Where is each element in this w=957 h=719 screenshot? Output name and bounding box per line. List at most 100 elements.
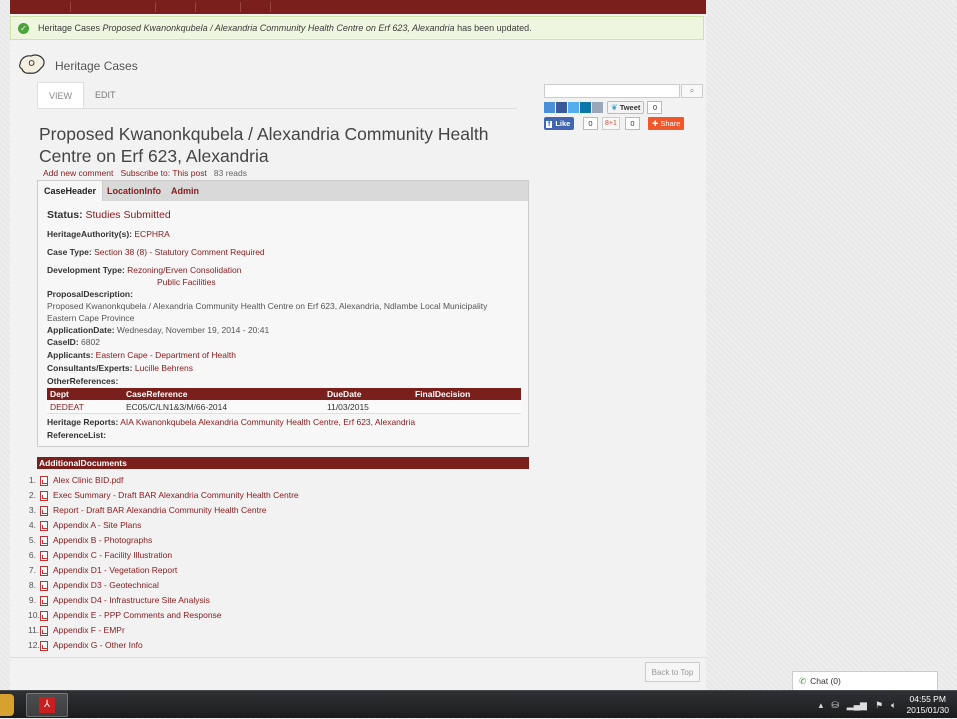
chat-icon: ✆	[799, 676, 807, 686]
table-cell-case-reference: EC05/C/LN1&3/M/66-2014	[123, 400, 324, 414]
pdf-file-icon	[40, 505, 48, 516]
south-africa-map-icon[interactable]	[18, 52, 46, 76]
flag-icon[interactable]: ⚑	[875, 700, 883, 711]
document-list-item: 8. Appendix D3 - Geotechnical	[28, 578, 299, 593]
document-link[interactable]: Appendix E - PPP Comments and Response	[53, 609, 222, 622]
additional-documents-header: AdditionalDocuments	[37, 457, 529, 469]
site-name[interactable]: Heritage Cases	[55, 59, 138, 73]
column-header: DueDate	[324, 388, 412, 400]
pdf-file-icon	[40, 580, 48, 591]
pdf-file-icon	[40, 535, 48, 546]
linkedin-share-icon[interactable]	[580, 102, 591, 113]
volume-icon[interactable]: 🔈︎	[891, 700, 896, 711]
table-header-row: Dept CaseReference DueDate FinalDecision	[47, 388, 521, 400]
document-link[interactable]: Report - Draft BAR Alexandria Community …	[53, 504, 267, 517]
list-number: 12.	[28, 640, 40, 650]
facebook-like-button[interactable]: f Like	[544, 117, 575, 130]
nav-separator	[270, 2, 271, 12]
case-id-label: CaseID:	[47, 337, 79, 347]
nav-separator	[240, 2, 241, 12]
document-list-item: 6. Appendix C - Facility Illustration	[28, 548, 299, 563]
facebook-share-icon[interactable]	[556, 102, 567, 113]
list-number: 2.	[28, 490, 36, 500]
proposal-text: Proposed Kwanonkqubela / Alexandria Comm…	[47, 301, 488, 311]
taskbar-clock[interactable]: 04:55 PM 2015/01/30	[906, 694, 949, 716]
tab-caseheader[interactable]: CaseHeader	[38, 181, 104, 202]
table-row: DEDEAT EC05/C/LN1&3/M/66-2014 11/03/2015	[47, 400, 521, 414]
document-link[interactable]: Appendix D4 - Infrastructure Site Analys…	[53, 594, 210, 607]
document-list-item: 2. Exec Summary - Draft BAR Alexandria Co…	[28, 488, 299, 503]
search-input[interactable]	[544, 84, 680, 98]
document-link[interactable]: Appendix B - Photographs	[53, 534, 152, 547]
tab-admin[interactable]: Admin	[165, 181, 205, 202]
document-list-item: 11. Appendix F - EMPr	[28, 623, 299, 638]
document-link[interactable]: Appendix D3 - Geotechnical	[53, 579, 159, 592]
application-date-value: Wednesday, November 19, 2014 - 20:41	[116, 325, 270, 335]
document-list-item: 1. Alex Clinic BID.pdf	[28, 473, 299, 488]
system-tray: ▴ ⛁ ▂▄▆ ⚑ 🔈︎ 04:55 PM 2015/01/30	[811, 691, 949, 719]
pdf-file-icon	[40, 610, 48, 621]
applicants-link[interactable]: Eastern Cape - Department of Health	[96, 350, 236, 360]
read-count: 83 reads	[213, 168, 247, 178]
document-link[interactable]: Alex Clinic BID.pdf	[53, 474, 123, 487]
table-cell-dept: DEDEAT	[47, 400, 123, 414]
case-header-panel: Status: Studies Submitted HeritageAuthor…	[37, 201, 529, 447]
document-link[interactable]: Appendix A - Site Plans	[53, 519, 141, 532]
tab-locationinfo[interactable]: LocationInfo	[101, 181, 167, 202]
document-link[interactable]: Appendix G - Other Info	[53, 639, 143, 652]
tab-view[interactable]: VIEW	[37, 82, 85, 108]
more-share-icon[interactable]	[592, 102, 603, 113]
document-list-item: 3. Report - Draft BAR Alexandria Communit…	[28, 503, 299, 518]
signal-icon[interactable]: ▂▄▆	[847, 700, 867, 711]
facebook-icon: f	[546, 121, 553, 128]
pdf-file-icon	[40, 595, 48, 606]
nav-separator	[195, 2, 196, 12]
top-navigation-bar[interactable]	[10, 0, 706, 14]
list-number: 9.	[28, 595, 36, 605]
google-plus-button[interactable]: 8+1	[602, 117, 620, 130]
status-field: Status: Studies Submitted	[47, 209, 171, 221]
consultants-link[interactable]: Lucille Behrens	[135, 363, 193, 373]
case-type-field: Case Type: Section 38 (8) - Statutory Co…	[47, 247, 265, 257]
chat-widget[interactable]: ✆ Chat (0)	[792, 671, 938, 691]
social-share-row: ❦ Tweet 0	[544, 101, 663, 114]
tab-edit[interactable]: EDIT	[84, 82, 127, 108]
status-message: ✓ Heritage Cases Proposed Kwanonkqubela …	[10, 16, 704, 40]
other-references-label: OtherReferences:	[47, 376, 119, 386]
twitter-share-icon[interactable]	[568, 102, 579, 113]
back-to-top-button[interactable]: Back to Top	[645, 662, 700, 682]
document-list-item: 4. Appendix A - Site Plans	[28, 518, 299, 533]
document-link[interactable]: Appendix D1 - Vegetation Report	[53, 564, 177, 577]
list-number: 4.	[28, 520, 36, 530]
table-cell-final-decision	[412, 400, 521, 414]
heritage-report-link[interactable]: AIA Kwanonkqubela Alexandria Community H…	[120, 417, 415, 427]
search-button[interactable]: ⌕	[681, 84, 703, 98]
development-type-link[interactable]: Rezoning/Erven Consolidation	[127, 265, 241, 275]
case-id-field: CaseID: 6802	[47, 337, 100, 347]
development-type-link[interactable]: Public Facilities	[157, 277, 216, 287]
email-share-icon[interactable]	[544, 102, 555, 113]
tweet-count: 0	[647, 101, 663, 114]
document-list-item: 12. Appendix G - Other Info	[28, 638, 299, 653]
add-comment-link[interactable]: Add new comment	[43, 168, 113, 178]
column-header: Dept	[47, 388, 123, 400]
subscribe-link[interactable]: Subscribe to: This post	[121, 168, 207, 178]
status-value: Studies Submitted	[85, 209, 171, 221]
tweet-button[interactable]: ❦ Tweet	[607, 101, 645, 114]
case-type-link[interactable]: Section 38 (8) - Statutory Comment Requi…	[94, 247, 265, 257]
document-link[interactable]: Appendix F - EMPr	[53, 624, 125, 637]
document-link[interactable]: Exec Summary - Draft BAR Alexandria Comm…	[53, 489, 299, 502]
share-button[interactable]: ✚ Share	[648, 117, 685, 130]
list-number: 6.	[28, 550, 36, 560]
applicants-field: Applicants: Eastern Cape - Department of…	[47, 350, 236, 360]
network-icon[interactable]: ⛁	[831, 700, 839, 711]
tray-expand-icon[interactable]: ▴	[819, 700, 824, 711]
taskbar-pdf-app[interactable]: ⅄	[26, 693, 68, 717]
pdf-file-icon	[40, 475, 48, 486]
document-link[interactable]: Appendix C - Facility Illustration	[53, 549, 172, 562]
authority-link[interactable]: ECPHRA	[134, 229, 169, 239]
start-button[interactable]	[0, 694, 14, 716]
nav-separator	[155, 2, 156, 12]
list-number: 7.	[28, 565, 36, 575]
application-date-label: ApplicationDate:	[47, 325, 115, 335]
